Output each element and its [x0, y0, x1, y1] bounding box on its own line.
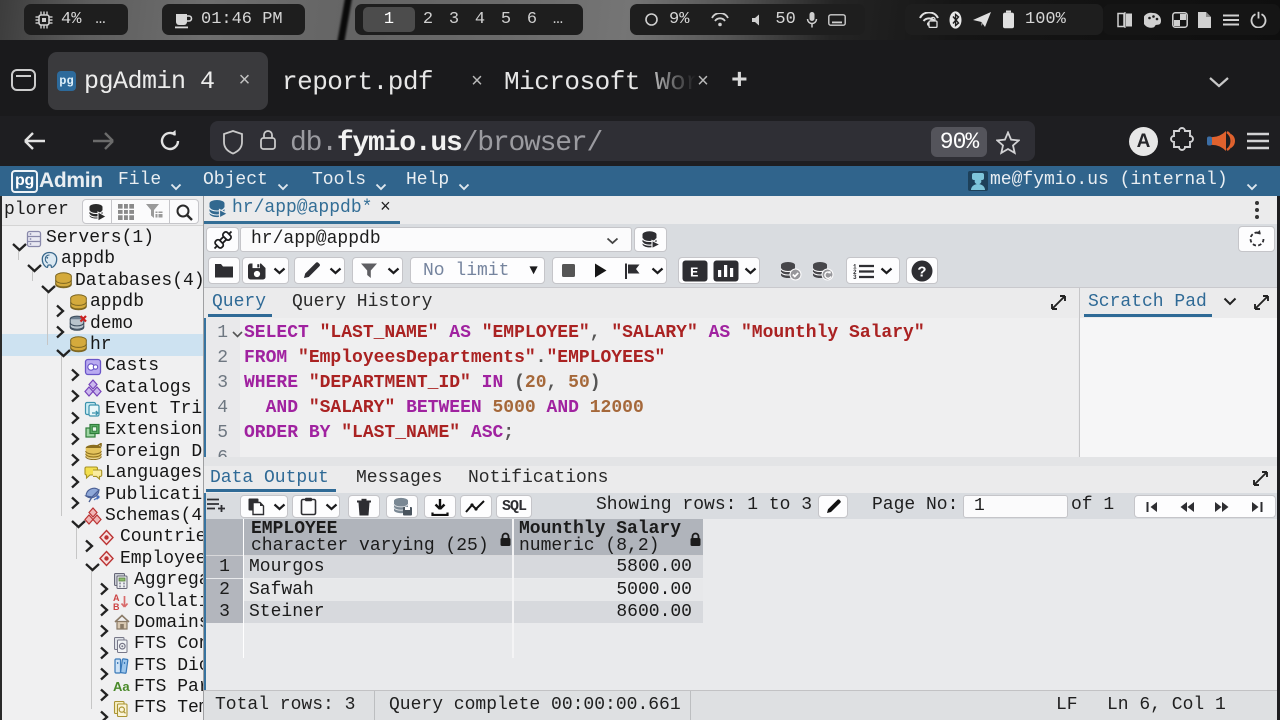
svg-text:3: 3	[853, 274, 857, 279]
svg-text:Aa: Aa	[113, 679, 130, 694]
svg-text:?: ?	[918, 264, 927, 281]
svg-text:E: E	[690, 265, 698, 281]
svg-text:B: B	[113, 602, 120, 611]
